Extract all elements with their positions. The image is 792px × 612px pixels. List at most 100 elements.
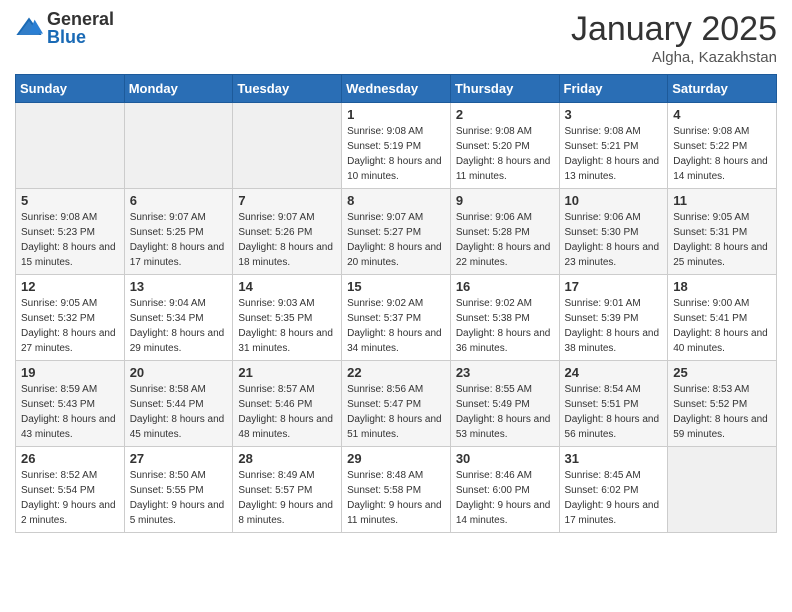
day-number: 31 bbox=[565, 451, 663, 466]
calendar-cell: 30Sunrise: 8:46 AMSunset: 6:00 PMDayligh… bbox=[450, 447, 559, 533]
logo-icon bbox=[15, 14, 43, 42]
week-row-1: 1 Sunrise: 9:08 AMSunset: 5:19 PMDaylight… bbox=[16, 103, 777, 189]
calendar-cell: 5 Sunrise: 9:08 AMSunset: 5:23 PMDaylight… bbox=[16, 189, 125, 275]
day-number: 29 bbox=[347, 451, 445, 466]
week-row-5: 26Sunrise: 8:52 AMSunset: 5:54 PMDayligh… bbox=[16, 447, 777, 533]
calendar-cell: 24 Sunrise: 8:54 AMSunset: 5:51 PMDayligh… bbox=[559, 361, 668, 447]
day-number: 3 bbox=[565, 107, 663, 122]
calendar-header: SundayMondayTuesdayWednesdayThursdayFrid… bbox=[16, 75, 777, 103]
day-info: Sunrise: 9:02 AMSunset: 5:37 PMDaylight:… bbox=[347, 296, 445, 356]
day-number: 28 bbox=[238, 451, 336, 466]
day-info: Sunrise: 9:08 AMSunset: 5:19 PMDaylight:… bbox=[347, 124, 445, 184]
day-info: Sunrise: 8:50 AMSunset: 5:55 PMDaylight:… bbox=[130, 468, 228, 528]
calendar-cell: 9Sunrise: 9:06 AMSunset: 5:28 PMDaylight… bbox=[450, 189, 559, 275]
day-number: 12 bbox=[21, 279, 119, 294]
month-title: January 2025 bbox=[571, 10, 777, 49]
calendar-cell: 8Sunrise: 9:07 AMSunset: 5:27 PMDaylight… bbox=[342, 189, 451, 275]
calendar-cell: 16Sunrise: 9:02 AMSunset: 5:38 PMDayligh… bbox=[450, 275, 559, 361]
header-friday: Friday bbox=[559, 75, 668, 103]
day-info: Sunrise: 9:01 AMSunset: 5:39 PMDaylight:… bbox=[565, 296, 663, 356]
day-info: Sunrise: 9:02 AMSunset: 5:38 PMDaylight:… bbox=[456, 296, 554, 356]
day-number: 17 bbox=[565, 279, 663, 294]
calendar-cell: 2 Sunrise: 9:08 AMSunset: 5:20 PMDaylight… bbox=[450, 103, 559, 189]
day-info: Sunrise: 8:54 AMSunset: 5:51 PMDaylight:… bbox=[565, 382, 663, 442]
day-number: 13 bbox=[130, 279, 228, 294]
calendar-cell: 7 Sunrise: 9:07 AMSunset: 5:26 PMDaylight… bbox=[233, 189, 342, 275]
logo-general-text: General bbox=[47, 10, 114, 28]
day-info: Sunrise: 9:08 AMSunset: 5:21 PMDaylight:… bbox=[565, 124, 663, 184]
calendar-page: General Blue January 2025 Algha, Kazakhs… bbox=[0, 0, 792, 548]
day-number: 18 bbox=[673, 279, 771, 294]
calendar-cell: 6 Sunrise: 9:07 AMSunset: 5:25 PMDaylight… bbox=[124, 189, 233, 275]
calendar-body: 1 Sunrise: 9:08 AMSunset: 5:19 PMDaylight… bbox=[16, 103, 777, 533]
calendar-table: SundayMondayTuesdayWednesdayThursdayFrid… bbox=[15, 74, 777, 533]
day-number: 25 bbox=[673, 365, 771, 380]
day-info: Sunrise: 9:00 AMSunset: 5:41 PMDaylight:… bbox=[673, 296, 771, 356]
calendar-cell: 27 Sunrise: 8:50 AMSunset: 5:55 PMDayligh… bbox=[124, 447, 233, 533]
day-number: 1 bbox=[347, 107, 445, 122]
day-info: Sunrise: 9:05 AMSunset: 5:31 PMDaylight:… bbox=[673, 210, 771, 270]
header-tuesday: Tuesday bbox=[233, 75, 342, 103]
calendar-cell: 14 Sunrise: 9:03 AMSunset: 5:35 PMDayligh… bbox=[233, 275, 342, 361]
day-info: Sunrise: 9:07 AMSunset: 5:26 PMDaylight:… bbox=[238, 210, 336, 270]
calendar-cell: 23Sunrise: 8:55 AMSunset: 5:49 PMDayligh… bbox=[450, 361, 559, 447]
week-row-3: 12 Sunrise: 9:05 AMSunset: 5:32 PMDayligh… bbox=[16, 275, 777, 361]
day-info: Sunrise: 8:59 AMSunset: 5:43 PMDaylight:… bbox=[21, 382, 119, 442]
day-number: 5 bbox=[21, 193, 119, 208]
header-thursday: Thursday bbox=[450, 75, 559, 103]
day-info: Sunrise: 9:07 AMSunset: 5:25 PMDaylight:… bbox=[130, 210, 228, 270]
day-number: 19 bbox=[21, 365, 119, 380]
day-info: Sunrise: 8:55 AMSunset: 5:49 PMDaylight:… bbox=[456, 382, 554, 442]
day-info: Sunrise: 8:53 AMSunset: 5:52 PMDaylight:… bbox=[673, 382, 771, 442]
day-info: Sunrise: 9:04 AMSunset: 5:34 PMDaylight:… bbox=[130, 296, 228, 356]
day-info: Sunrise: 9:03 AMSunset: 5:35 PMDaylight:… bbox=[238, 296, 336, 356]
logo-blue-text: Blue bbox=[47, 28, 114, 46]
weekday-row: SundayMondayTuesdayWednesdayThursdayFrid… bbox=[16, 75, 777, 103]
day-number: 21 bbox=[238, 365, 336, 380]
day-number: 2 bbox=[456, 107, 554, 122]
calendar-cell: 22Sunrise: 8:56 AMSunset: 5:47 PMDayligh… bbox=[342, 361, 451, 447]
calendar-cell: 10Sunrise: 9:06 AMSunset: 5:30 PMDayligh… bbox=[559, 189, 668, 275]
day-info: Sunrise: 8:52 AMSunset: 5:54 PMDaylight:… bbox=[21, 468, 119, 528]
logo: General Blue bbox=[15, 10, 114, 46]
calendar-cell: 17 Sunrise: 9:01 AMSunset: 5:39 PMDayligh… bbox=[559, 275, 668, 361]
calendar-cell: 31 Sunrise: 8:45 AMSunset: 6:02 PMDayligh… bbox=[559, 447, 668, 533]
title-block: January 2025 Algha, Kazakhstan bbox=[571, 10, 777, 66]
page-header: General Blue January 2025 Algha, Kazakhs… bbox=[15, 10, 777, 66]
calendar-cell bbox=[668, 447, 777, 533]
day-number: 15 bbox=[347, 279, 445, 294]
calendar-cell: 12 Sunrise: 9:05 AMSunset: 5:32 PMDayligh… bbox=[16, 275, 125, 361]
day-info: Sunrise: 8:45 AMSunset: 6:02 PMDaylight:… bbox=[565, 468, 663, 528]
calendar-cell bbox=[233, 103, 342, 189]
calendar-cell: 21Sunrise: 8:57 AMSunset: 5:46 PMDayligh… bbox=[233, 361, 342, 447]
calendar-cell: 19 Sunrise: 8:59 AMSunset: 5:43 PMDayligh… bbox=[16, 361, 125, 447]
calendar-cell: 29 Sunrise: 8:48 AMSunset: 5:58 PMDayligh… bbox=[342, 447, 451, 533]
day-number: 14 bbox=[238, 279, 336, 294]
calendar-cell: 20Sunrise: 8:58 AMSunset: 5:44 PMDayligh… bbox=[124, 361, 233, 447]
day-number: 24 bbox=[565, 365, 663, 380]
calendar-cell: 25 Sunrise: 8:53 AMSunset: 5:52 PMDayligh… bbox=[668, 361, 777, 447]
day-info: Sunrise: 8:48 AMSunset: 5:58 PMDaylight:… bbox=[347, 468, 445, 528]
day-number: 8 bbox=[347, 193, 445, 208]
day-info: Sunrise: 9:08 AMSunset: 5:22 PMDaylight:… bbox=[673, 124, 771, 184]
day-info: Sunrise: 9:08 AMSunset: 5:23 PMDaylight:… bbox=[21, 210, 119, 270]
week-row-4: 19 Sunrise: 8:59 AMSunset: 5:43 PMDayligh… bbox=[16, 361, 777, 447]
day-number: 22 bbox=[347, 365, 445, 380]
calendar-cell: 15 Sunrise: 9:02 AMSunset: 5:37 PMDayligh… bbox=[342, 275, 451, 361]
calendar-cell: 4Sunrise: 9:08 AMSunset: 5:22 PMDaylight… bbox=[668, 103, 777, 189]
day-number: 6 bbox=[130, 193, 228, 208]
day-number: 27 bbox=[130, 451, 228, 466]
header-monday: Monday bbox=[124, 75, 233, 103]
logo-text: General Blue bbox=[47, 10, 114, 46]
header-wednesday: Wednesday bbox=[342, 75, 451, 103]
calendar-cell: 3 Sunrise: 9:08 AMSunset: 5:21 PMDaylight… bbox=[559, 103, 668, 189]
day-info: Sunrise: 8:58 AMSunset: 5:44 PMDaylight:… bbox=[130, 382, 228, 442]
calendar-cell bbox=[16, 103, 125, 189]
calendar-cell bbox=[124, 103, 233, 189]
header-saturday: Saturday bbox=[668, 75, 777, 103]
location-title: Algha, Kazakhstan bbox=[571, 49, 777, 66]
day-number: 7 bbox=[238, 193, 336, 208]
day-info: Sunrise: 9:08 AMSunset: 5:20 PMDaylight:… bbox=[456, 124, 554, 184]
day-info: Sunrise: 9:05 AMSunset: 5:32 PMDaylight:… bbox=[21, 296, 119, 356]
calendar-cell: 1 Sunrise: 9:08 AMSunset: 5:19 PMDaylight… bbox=[342, 103, 451, 189]
